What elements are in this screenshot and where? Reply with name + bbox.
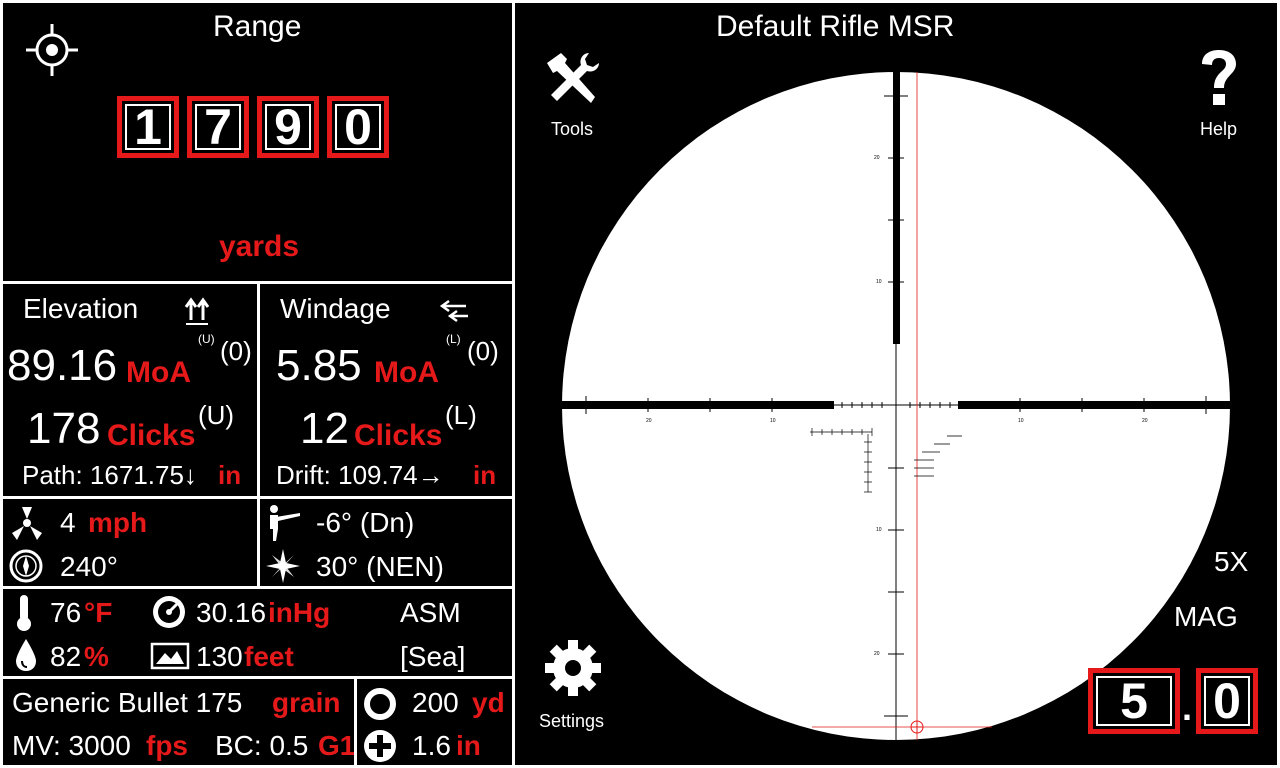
humidity: 82	[50, 641, 82, 672]
elevation-title: Elevation	[23, 293, 139, 324]
sight-height: 1.6	[412, 730, 451, 761]
range-digit-4[interactable]: 0	[327, 96, 389, 158]
scope-reticle[interactable]: 20 10 10 20 20 10 10 20	[562, 72, 1230, 740]
range-digit-1[interactable]: 1	[117, 96, 179, 158]
elevation-path: Path: 1671.75↓	[22, 460, 197, 490]
tools-label[interactable]: Tools	[551, 120, 593, 138]
range-digit-3[interactable]: 9	[257, 96, 319, 158]
altitude-landscape-icon[interactable]	[150, 641, 190, 676]
help-question-icon[interactable]	[1194, 46, 1244, 115]
sight-height-plus-icon[interactable]	[362, 728, 398, 768]
windage-moa-unit[interactable]: MoA	[374, 358, 439, 388]
windage-clicks-direction: (L)	[445, 400, 477, 430]
reticle-label-top-10: 10	[876, 279, 882, 285]
thermometer-icon[interactable]	[12, 593, 36, 638]
pressure-unit[interactable]: inHg	[268, 599, 330, 627]
elevation-moa-count: (0)	[220, 336, 252, 366]
windage-drift: Drift: 109.74→	[276, 460, 444, 490]
reticle-label-bottom-20: 20	[874, 651, 880, 657]
windage-clicks-value: 12	[300, 404, 349, 453]
zoom-digit-fraction[interactable]: 0	[1196, 668, 1258, 734]
tools-icon[interactable]	[543, 49, 603, 114]
bullet-weight-unit[interactable]: grain	[272, 689, 340, 717]
compass-rose-icon[interactable]	[264, 547, 302, 590]
crosshair-target-icon[interactable]	[22, 20, 82, 85]
temperature-unit[interactable]: °F	[84, 599, 112, 627]
wind-speed: 4	[60, 507, 76, 538]
humidity-unit: %	[84, 641, 109, 672]
reticle-label-bottom-10: 10	[876, 527, 882, 533]
bullet-name[interactable]: Generic Bullet 175	[12, 689, 242, 717]
bullet-muzzle-velocity: MV: 3000	[12, 730, 131, 761]
bullet-mv-unit[interactable]: fps	[146, 732, 188, 760]
altitude-reference[interactable]: [Sea]	[400, 643, 465, 671]
windage-moa-value: 5.85	[276, 341, 362, 390]
reticle-label-left-20: 20	[646, 418, 652, 424]
wind-speed-unit[interactable]: mph	[88, 509, 147, 537]
bullet-bc-model[interactable]: G1	[318, 732, 355, 760]
shooting-angle: -6° (Dn)	[316, 507, 415, 538]
altitude-unit[interactable]: feet	[244, 643, 294, 671]
help-label[interactable]: Help	[1200, 120, 1237, 138]
windage-moa-direction: (L)	[446, 332, 461, 346]
elevation-clicks-value: 178	[27, 404, 101, 453]
elevation-moa-value: 89.16	[7, 341, 118, 390]
altitude: 130	[196, 641, 243, 672]
wind-direction: 240°	[60, 551, 118, 582]
windage-title: Windage	[280, 293, 391, 324]
zoom-digit-integer[interactable]: 5	[1088, 668, 1180, 734]
temperature: 76	[50, 597, 82, 628]
zero-ring-icon[interactable]	[362, 686, 398, 727]
bullet-bc: BC: 0.5	[215, 730, 309, 761]
wind-direction-compass-icon[interactable]	[8, 548, 44, 589]
elevation-clicks-unit: Clicks	[107, 419, 196, 452]
zoom-decimal-point: .	[1182, 687, 1193, 728]
range-digit-2[interactable]: 7	[187, 96, 249, 158]
shooter-icon[interactable]	[264, 503, 302, 548]
sight-height-unit[interactable]: in	[456, 732, 481, 760]
range-title: Range	[213, 10, 302, 43]
elevation-moa-unit[interactable]: MoA	[126, 358, 191, 388]
range-unit[interactable]: yards	[219, 232, 299, 262]
reticle-label-right-10: 10	[1018, 418, 1024, 424]
pressure: 30.16	[196, 597, 267, 628]
left-arrows-icon	[438, 299, 470, 328]
magnification-label: MAG	[1174, 601, 1238, 632]
shooting-heading: 30° (NEN)	[316, 551, 444, 582]
reticle-label-right-20: 20	[1142, 418, 1148, 424]
windage-moa-count: (0)	[467, 336, 499, 366]
elevation-clicks-direction: (U)	[198, 400, 235, 430]
wind-fan-icon[interactable]	[8, 505, 46, 546]
zero-range-unit[interactable]: yd	[472, 689, 505, 717]
magnification-value: 5X	[1214, 546, 1249, 577]
windage-drift-unit[interactable]: in	[473, 462, 496, 488]
barometer-gauge-icon[interactable]	[150, 594, 188, 635]
up-arrows-icon	[184, 296, 210, 331]
settings-label[interactable]: Settings	[539, 712, 604, 730]
windage-clicks-unit: Clicks	[354, 419, 443, 452]
rifle-title[interactable]: Default Rifle MSR	[716, 12, 954, 42]
reticle-label-left-10: 10	[770, 418, 776, 424]
elevation-path-unit[interactable]: in	[218, 462, 241, 488]
reticle-label-top-20: 20	[874, 155, 880, 161]
elevation-moa-direction: (U)	[198, 332, 215, 346]
pressure-reference[interactable]: ASM	[400, 599, 461, 627]
humidity-drop-icon[interactable]	[14, 637, 38, 678]
zero-range: 200	[412, 687, 459, 718]
settings-gear-icon[interactable]	[543, 638, 603, 703]
